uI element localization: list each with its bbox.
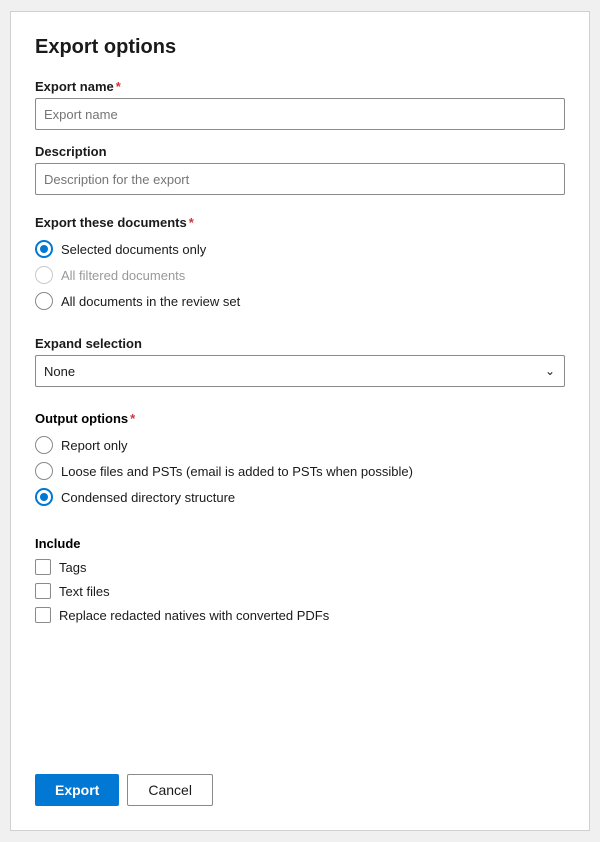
cancel-button[interactable]: Cancel [127,774,213,806]
radio-all-filtered-indicator [35,266,53,284]
radio-all-review-indicator [35,292,53,310]
radio-loose-files-indicator [35,462,53,480]
radio-all-review[interactable]: All documents in the review set [35,292,565,310]
output-options-label: Output options* [35,411,565,426]
radio-condensed[interactable]: Condensed directory structure [35,488,565,506]
expand-selection-group: Expand selection None ⌄ [35,336,565,387]
radio-report-only-label: Report only [61,438,127,453]
description-input[interactable] [35,163,565,195]
radio-selected-docs-label: Selected documents only [61,242,206,257]
export-name-input[interactable] [35,98,565,130]
output-options-radio-group: Report only Loose files and PSTs (email … [35,436,565,506]
output-options-group: Output options* Report only Loose files … [35,407,565,520]
checkbox-text-files-item[interactable]: Text files [35,583,565,599]
footer-actions: Export Cancel [35,758,565,806]
export-documents-label: Export these documents* [35,215,565,230]
radio-selected-docs[interactable]: Selected documents only [35,240,565,258]
radio-condensed-indicator [35,488,53,506]
radio-report-only-indicator [35,436,53,454]
export-name-label: Export name* [35,79,565,94]
radio-loose-files-label: Loose files and PSTs (email is added to … [61,464,413,479]
checkbox-redacted-item[interactable]: Replace redacted natives with converted … [35,607,565,623]
radio-selected-docs-indicator [35,240,53,258]
description-label: Description [35,144,565,159]
radio-loose-files[interactable]: Loose files and PSTs (email is added to … [35,462,565,480]
include-label: Include [35,536,565,551]
expand-selection-dropdown-wrapper: None ⌄ [35,355,565,387]
export-documents-group: Export these documents* Selected documen… [35,215,565,324]
expand-selection-label: Expand selection [35,336,565,351]
radio-condensed-label: Condensed directory structure [61,490,235,505]
export-button[interactable]: Export [35,774,119,806]
include-checkbox-group: Tags Text files Replace redacted natives… [35,559,565,623]
checkbox-redacted-indicator [35,607,51,623]
dialog-title: Export options [35,36,565,59]
include-group: Include Tags Text files Replace redacted… [35,532,565,623]
checkbox-text-files-indicator [35,583,51,599]
export-name-group: Export name* [35,79,565,130]
export-documents-radio-group: Selected documents only All filtered doc… [35,240,565,310]
radio-all-filtered: All filtered documents [35,266,565,284]
checkbox-text-files-label: Text files [59,584,110,599]
checkbox-tags-item[interactable]: Tags [35,559,565,575]
radio-all-filtered-label: All filtered documents [61,268,185,283]
checkbox-tags-label: Tags [59,560,86,575]
checkbox-redacted-label: Replace redacted natives with converted … [59,608,329,623]
radio-report-only[interactable]: Report only [35,436,565,454]
description-group: Description [35,144,565,195]
checkbox-tags-indicator [35,559,51,575]
export-options-dialog: Export options Export name* Description … [10,11,590,831]
expand-selection-dropdown[interactable]: None [35,355,565,387]
radio-all-review-label: All documents in the review set [61,294,240,309]
